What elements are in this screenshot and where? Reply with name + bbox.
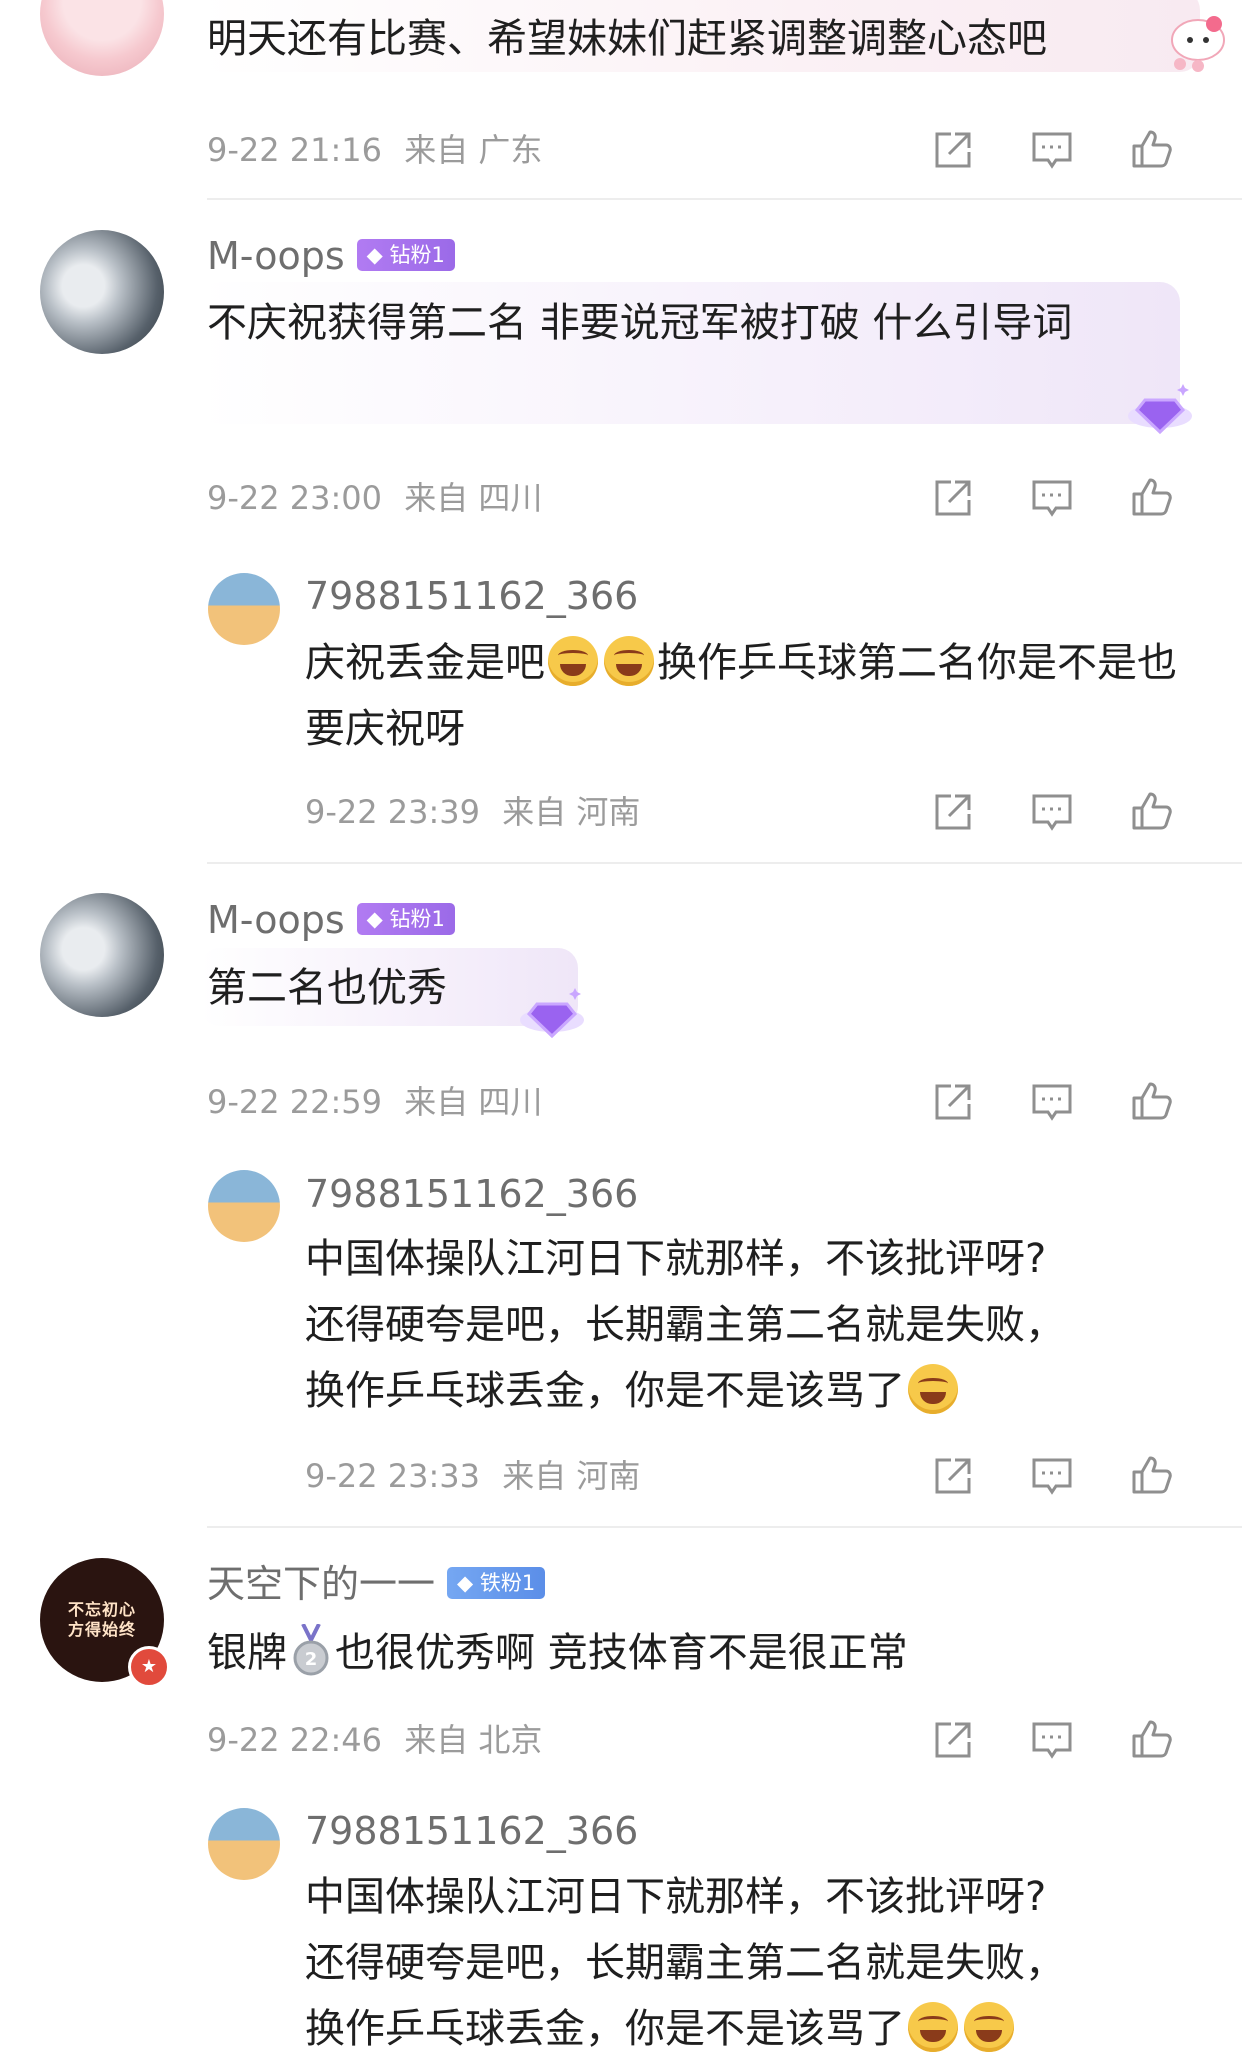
comment-icon[interactable] (1030, 128, 1074, 172)
comment-icon[interactable] (1030, 790, 1074, 834)
share-icon[interactable] (931, 790, 975, 834)
reply-text: 中国体操队江河日下就那样，不该批评呀? 还得硬夸是吧，长期霸主第二名就是失败， … (305, 1236, 1065, 1414)
share-icon[interactable] (931, 1718, 975, 1762)
reply-avatar[interactable] (208, 1808, 280, 1880)
divider (207, 198, 1242, 200)
fan-badge: ◆ 钻粉1 (356, 238, 455, 271)
thumbs-up-icon[interactable] (1130, 1716, 1174, 1760)
thumbs-up-icon[interactable] (1130, 788, 1174, 832)
reply-meta: 9-22 23:39 来自 河南 (305, 792, 640, 832)
share-icon[interactable] (931, 1080, 975, 1124)
comment-location: 来自 四川 (404, 1083, 543, 1121)
reply-username[interactable]: 7988151162_366 (305, 572, 638, 620)
comment-feed: 明天还有比赛、希望妹妹们赶紧调整调整心态吧 9-22 21:16 来自 广东 M… (0, 0, 1242, 2052)
comment-text: 明天还有比赛、希望妹妹们赶紧调整调整心态吧 (207, 16, 1047, 62)
comment-meta: 9-22 21:16 来自 广东 (207, 130, 542, 170)
reply-text: 庆祝丢金是吧 换作乒乓球第二名你是不是也要庆祝呀 (305, 630, 1185, 762)
comment-icon[interactable] (1030, 1454, 1074, 1498)
silver-medal-icon: 2 (293, 1624, 329, 1676)
divider (207, 862, 1242, 864)
comment-meta: 9-22 23:00 来自 四川 (207, 478, 542, 518)
comment-location: 来自 四川 (404, 479, 543, 517)
comment-icon[interactable] (1030, 476, 1074, 520)
comment-text: 银牌 2 也很优秀啊 竞技体育不是很正常 (207, 1620, 908, 1686)
laughing-tears-emoji-icon (964, 2002, 1014, 2052)
reply-avatar[interactable] (208, 1170, 280, 1242)
share-icon[interactable] (931, 1454, 975, 1498)
comment-location: 来自 广东 (404, 131, 543, 169)
comment-location: 来自 北京 (404, 1721, 543, 1759)
comment-meta: 9-22 22:59 来自 四川 (207, 1082, 542, 1122)
divider (207, 1526, 1242, 1528)
share-icon[interactable] (931, 476, 975, 520)
comment-icon[interactable] (1030, 1080, 1074, 1124)
reply-location: 来自 河南 (502, 793, 641, 831)
comment-username[interactable]: 天空下的一一 ◆ 铁粉1 (207, 1560, 546, 1608)
comment-time: 9-22 23:00 (207, 479, 383, 517)
comment-time: 9-22 22:59 (207, 1083, 383, 1121)
comment-text: 不庆祝获得第二名 非要说冠军被打破 什么引导词 (207, 300, 1073, 346)
diamond-decoration-icon (1128, 384, 1192, 435)
verified-star-icon: ★ (128, 1646, 170, 1688)
hello-kitty-sticker-icon (1171, 16, 1225, 72)
reply-username[interactable]: 7988151162_366 (305, 1170, 638, 1218)
user-avatar[interactable] (40, 0, 164, 76)
thumbs-up-icon[interactable] (1130, 1078, 1174, 1122)
user-avatar[interactable] (40, 893, 164, 1017)
laughing-tears-emoji-icon (908, 1364, 958, 1414)
reply-username[interactable]: 7988151162_366 (305, 1807, 638, 1855)
svg-text:2: 2 (305, 1649, 318, 1670)
reply-time: 9-22 23:33 (305, 1457, 481, 1495)
laughing-tears-emoji-icon (604, 636, 654, 686)
reply-text: 中国体操队江河日下就那样，不该批评呀? 还得硬夸是吧，长期霸主第二名就是失败， … (305, 1874, 1065, 2052)
share-icon[interactable] (931, 128, 975, 172)
comment-username[interactable]: M-oops ◆ 钻粉1 (207, 232, 455, 280)
fan-badge: ◆ 钻粉1 (356, 902, 455, 935)
laughing-tears-emoji-icon (548, 636, 598, 686)
reply-location: 来自 河南 (502, 1457, 641, 1495)
comment-text: 第二名也优秀 (207, 965, 447, 1011)
thumbs-up-icon[interactable] (1130, 474, 1174, 518)
reply-avatar[interactable] (208, 573, 280, 645)
comment-username[interactable]: M-oops ◆ 钻粉1 (207, 896, 455, 944)
user-avatar[interactable] (40, 230, 164, 354)
thumbs-up-icon[interactable] (1130, 126, 1174, 170)
comment-meta: 9-22 22:46 来自 北京 (207, 1720, 542, 1760)
thumbs-up-icon[interactable] (1130, 1452, 1174, 1496)
diamond-decoration-icon (520, 988, 584, 1039)
laughing-tears-emoji-icon (908, 2002, 958, 2052)
comment-time: 9-22 22:46 (207, 1721, 383, 1759)
comment-time: 9-22 21:16 (207, 131, 383, 169)
comment-icon[interactable] (1030, 1718, 1074, 1762)
fan-badge: ◆ 铁粉1 (447, 1566, 546, 1599)
reply-meta: 9-22 23:33 来自 河南 (305, 1456, 640, 1496)
reply-time: 9-22 23:39 (305, 793, 481, 831)
